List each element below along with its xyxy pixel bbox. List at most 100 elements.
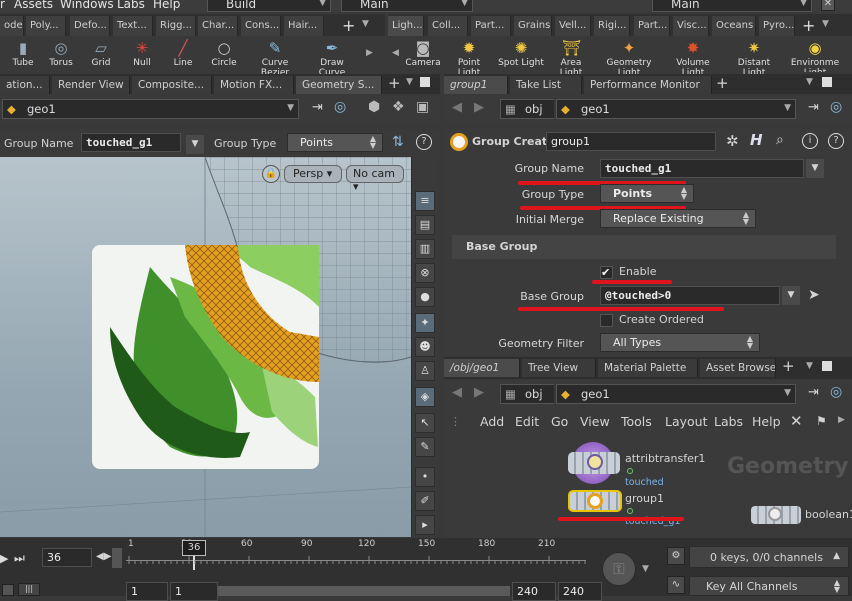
- current-frame-flag[interactable]: 36: [182, 540, 206, 556]
- tool-null[interactable]: ✳ Null: [119, 36, 165, 72]
- display-options-icon[interactable]: ≡: [415, 191, 435, 211]
- path-obj[interactable]: ▦ obj: [500, 99, 554, 119]
- chevron-down-icon[interactable]: ▼: [806, 159, 824, 178]
- cube-icon[interactable]: ⬢: [368, 99, 380, 115]
- back-icon[interactable]: ◀: [452, 100, 462, 115]
- play-icon[interactable]: ▶: [0, 552, 8, 565]
- shelf-tab[interactable]: Part...: [634, 16, 670, 36]
- help-h-icon[interactable]: H: [750, 131, 763, 149]
- tool-geometry-light[interactable]: ✦ Geometry Light: [606, 36, 652, 78]
- tab-composite[interactable]: Composite...: [132, 76, 212, 94]
- menu-help[interactable]: Help: [752, 414, 781, 429]
- brush-icon[interactable]: ✎: [415, 437, 435, 457]
- tab-asset-browser[interactable]: Asset Browser: [700, 359, 776, 377]
- menu-assets[interactable]: Assets: [14, 0, 53, 11]
- range-start-field[interactable]: 1: [126, 582, 168, 601]
- flag-icon[interactable]: ⚑: [816, 414, 827, 428]
- help-icon[interactable]: ?: [828, 133, 844, 149]
- gear-icon[interactable]: ✲: [726, 132, 739, 150]
- camera-menu[interactable]: No cam ▾: [346, 165, 404, 193]
- node-attribtransfer1[interactable]: [568, 440, 622, 484]
- tool-curve-bezier[interactable]: ✎ Curve Bezier: [248, 36, 302, 78]
- menu-labs[interactable]: Labs: [117, 0, 145, 11]
- tool-distant-light[interactable]: ✷ Distant Light: [726, 36, 782, 78]
- lock-icon[interactable]: 🔒: [262, 165, 280, 183]
- shelf-tab[interactable]: Rigg...: [156, 16, 196, 36]
- chevron-down-icon[interactable]: ▼: [362, 19, 369, 29]
- persp-menu[interactable]: Persp ▾: [284, 165, 342, 183]
- add-icon[interactable]: +: [388, 74, 401, 92]
- add-icon[interactable]: +: [782, 357, 795, 375]
- tool-area-light[interactable]: ⛩ Area Light: [548, 36, 594, 78]
- tool-line[interactable]: ╱ Line: [160, 36, 206, 72]
- node-boolean1[interactable]: [751, 506, 801, 524]
- range-end-field[interactable]: 240: [512, 582, 556, 601]
- forward-icon[interactable]: ▶: [474, 385, 484, 400]
- create-ordered-checkbox[interactable]: [600, 314, 613, 327]
- light-icon[interactable]: ✦: [415, 313, 435, 333]
- sphere-icon[interactable]: ●: [415, 287, 435, 307]
- range-start-field-2[interactable]: 1: [170, 582, 218, 601]
- desktop-selector[interactable]: Build ▼: [207, 0, 331, 12]
- tab-obj-geo1[interactable]: /obj/geo1: [444, 359, 520, 377]
- add-icon[interactable]: +: [802, 16, 815, 35]
- tab-performance-monitor[interactable]: Performance Monitor: [584, 76, 712, 94]
- shelf-tab[interactable]: odel: [0, 16, 24, 36]
- display-icon[interactable]: ▣: [416, 99, 429, 115]
- chevron-down-icon[interactable]: ▼: [642, 564, 649, 574]
- range-end-field-2[interactable]: 240: [558, 582, 602, 601]
- pen-icon[interactable]: ✐: [415, 491, 435, 511]
- shelf-tab-lights[interactable]: Ligh...: [388, 16, 424, 36]
- ghost-icon[interactable]: ⊗: [415, 263, 435, 283]
- menu-layout[interactable]: Layout: [665, 414, 708, 429]
- expand-icon[interactable]: ▸: [415, 515, 435, 535]
- menu-windows[interactable]: Windows: [60, 0, 114, 11]
- select-icon[interactable]: ↖: [415, 413, 435, 433]
- viewport[interactable]: 🔒 Persp ▾ No cam ▾: [0, 157, 411, 537]
- realtime-icon[interactable]: [2, 584, 14, 596]
- shelf-tab[interactable]: Coll...: [428, 16, 468, 36]
- tab-render-view[interactable]: Render View: [52, 76, 130, 94]
- shelf-tab[interactable]: Part...: [471, 16, 511, 36]
- shelf-tab[interactable]: Defo...: [70, 16, 110, 36]
- tab-group1[interactable]: group1: [444, 76, 508, 94]
- menu-help[interactable]: Help: [153, 0, 180, 11]
- base-group-section[interactable]: Base Group: [452, 235, 836, 259]
- enable-checkbox[interactable]: ✔: [600, 266, 613, 279]
- shelf-tab[interactable]: Vell...: [555, 16, 591, 36]
- base-group-field[interactable]: @touched>0: [600, 286, 780, 305]
- pin-icon[interactable]: ⇥: [312, 100, 323, 115]
- tool-grid[interactable]: ▱ Grid: [78, 36, 124, 72]
- wrench-icon[interactable]: ✕: [790, 412, 803, 430]
- maximize-icon[interactable]: [420, 77, 430, 87]
- tool-circle[interactable]: ○ Circle: [201, 36, 247, 72]
- chevron-right-icon[interactable]: ▶: [838, 415, 845, 425]
- lock-icon[interactable]: ▥: [415, 239, 435, 259]
- left-path-field[interactable]: ◆ geo1 ▼: [2, 99, 299, 119]
- shelf-tab[interactable]: Pyro...: [759, 16, 795, 36]
- key-icon[interactable]: ⚿: [602, 552, 636, 586]
- chevron-left-icon[interactable]: ◀: [392, 48, 399, 58]
- shelf-tab[interactable]: Poly...: [26, 16, 66, 36]
- close-icon[interactable]: ✕: [821, 0, 835, 11]
- shelf-tab[interactable]: Visc...: [673, 16, 709, 36]
- back-icon[interactable]: ◀: [452, 385, 462, 400]
- node-name-field[interactable]: group1: [546, 132, 716, 151]
- shelf-tab[interactable]: Hair...: [284, 16, 324, 36]
- shelf-tab[interactable]: Text...: [113, 16, 153, 36]
- group-type-menu[interactable]: Points ▲ ▼: [287, 133, 383, 152]
- shelf-tab[interactable]: Cons...: [241, 16, 281, 36]
- menu-view[interactable]: View: [580, 414, 610, 429]
- search-icon[interactable]: ⌕: [776, 132, 784, 148]
- info-icon[interactable]: i: [802, 133, 818, 149]
- path-obj[interactable]: ▦ obj: [500, 384, 554, 404]
- tab-material-palette[interactable]: Material Palette: [598, 359, 698, 377]
- maximize-icon[interactable]: [822, 77, 832, 87]
- link-icon[interactable]: ◎: [830, 384, 842, 400]
- snapshot-icon[interactable]: ▤: [415, 215, 435, 235]
- frame-field[interactable]: 36: [42, 548, 92, 567]
- menu-render[interactable]: r: [0, 0, 5, 11]
- add-icon[interactable]: +: [716, 74, 729, 92]
- tool-point-light[interactable]: ✹ Point Light: [446, 36, 492, 78]
- arrows-icon[interactable]: ⇅: [392, 134, 404, 150]
